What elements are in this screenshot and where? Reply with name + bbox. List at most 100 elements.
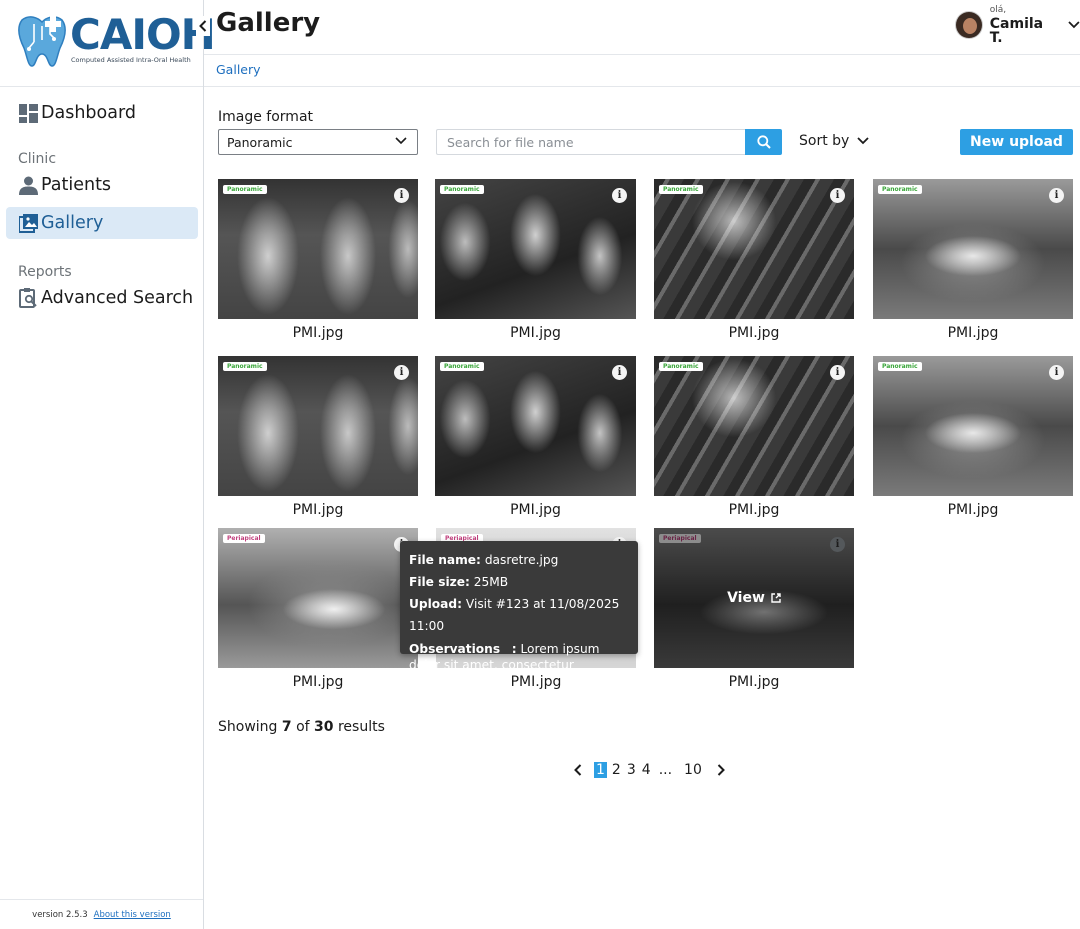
results-summary: Showing 7 of 30 results <box>218 719 385 735</box>
file-caption: PMI.jpg <box>728 502 780 518</box>
external-link-icon <box>771 593 781 603</box>
format-tag: Panoramic <box>878 185 922 194</box>
chevron-down-icon <box>1068 21 1080 29</box>
about-version-link[interactable]: About this version <box>94 910 171 920</box>
sidebar-item-dashboard[interactable]: Dashboard <box>6 97 198 129</box>
app-root: CAIOH Computed Assisted Intra-Oral Healt… <box>0 0 1080 929</box>
person-icon <box>18 175 38 195</box>
file-caption: PMI.jpg <box>947 325 999 341</box>
xray-thumbnail[interactable]: Panoramic i <box>218 356 418 496</box>
info-icon[interactable]: i <box>394 188 409 203</box>
user-name: Camila T. <box>989 15 1044 46</box>
chevron-down-icon <box>395 137 407 145</box>
breadcrumb[interactable]: Gallery <box>216 62 261 77</box>
sidebar: CAIOH Computed Assisted Intra-Oral Healt… <box>0 0 216 929</box>
brand-name: CAIOH <box>70 10 216 59</box>
file-caption: PMI.jpg <box>947 502 999 518</box>
xray-thumbnail[interactable]: Panoramic i <box>654 356 854 496</box>
brand-tagline: Computed Assisted Intra-Oral Health <box>71 56 191 64</box>
brand-logo[interactable]: CAIOH Computed Assisted Intra-Oral Healt… <box>16 10 216 72</box>
new-upload-button[interactable]: New upload <box>960 129 1073 155</box>
format-tag: Periapical <box>223 534 265 543</box>
gallery-item[interactable]: Panoramic i PMI.jpg <box>654 356 854 518</box>
header-divider <box>204 54 1080 55</box>
dashboard-icon <box>18 103 38 123</box>
page-3-button[interactable]: 3 <box>624 762 639 778</box>
info-icon[interactable]: i <box>1049 188 1064 203</box>
file-caption: PMI.jpg <box>728 674 780 690</box>
avatar <box>955 11 983 39</box>
results-total-count: 30 <box>314 719 334 735</box>
chevron-right-icon <box>717 764 725 776</box>
format-tag: Panoramic <box>223 362 267 371</box>
format-tag: Panoramic <box>878 362 922 371</box>
info-icon[interactable]: i <box>612 365 627 380</box>
info-icon[interactable]: i <box>830 365 845 380</box>
search-button[interactable] <box>745 129 782 155</box>
sidebar-item-gallery[interactable]: Gallery <box>6 207 198 239</box>
file-caption: PMI.jpg <box>292 674 344 690</box>
sidebar-item-label: Gallery <box>41 213 104 233</box>
xray-thumbnail[interactable]: Panoramic i <box>654 179 854 319</box>
gallery-item[interactable]: Periapical i PMI.jpg <box>218 528 418 690</box>
sidebar-footer: version 2.5.3 About this version <box>0 899 203 929</box>
image-gallery-icon <box>18 213 38 233</box>
page-4-button[interactable]: 4 <box>639 762 654 778</box>
gallery-item[interactable]: Panoramic i PMI.jpg <box>218 356 418 518</box>
gallery-item[interactable]: Periapical i View PMI.jpg <box>654 528 854 690</box>
tooltip-file-size: 25MB <box>473 575 509 589</box>
sidebar-divider <box>0 86 203 87</box>
chevron-left-icon <box>574 764 582 776</box>
user-menu[interactable]: olá, Camila T. <box>955 5 1080 45</box>
xray-thumbnail[interactable]: Panoramic i <box>435 356 636 496</box>
breadcrumb-divider <box>204 86 1080 87</box>
page-title: Gallery <box>216 8 321 38</box>
tooltip-observations-label: Observations <box>409 642 501 656</box>
chevron-down-icon <box>857 137 869 145</box>
xray-thumbnail[interactable]: Periapical i View <box>654 528 854 668</box>
search-input[interactable] <box>436 129 746 155</box>
pagination: 1 2 3 4 ... 10 <box>574 761 725 779</box>
sort-by-label: Sort by <box>799 133 850 149</box>
info-icon[interactable]: i <box>394 365 409 380</box>
page-2-button[interactable]: 2 <box>609 762 624 778</box>
xray-thumbnail[interactable]: Panoramic i <box>435 179 636 319</box>
gallery-item[interactable]: Panoramic i PMI.jpg <box>218 179 418 341</box>
prev-page-button[interactable] <box>574 764 582 776</box>
results-shown-count: 7 <box>281 719 292 735</box>
format-tag: Panoramic <box>440 185 484 194</box>
view-overlay[interactable]: View <box>654 528 854 668</box>
nav-section-reports: Reports <box>18 264 72 280</box>
sidebar-item-advanced-search[interactable]: Advanced Search <box>6 282 198 314</box>
tooltip-observations-separator: : <box>511 642 517 656</box>
gallery-item[interactable]: Panoramic i PMI.jpg <box>654 179 854 341</box>
sidebar-item-patients[interactable]: Patients <box>6 169 198 201</box>
gallery-item[interactable]: Panoramic i PMI.jpg <box>435 179 636 341</box>
gallery-item[interactable]: Panoramic i PMI.jpg <box>873 356 1073 518</box>
xray-thumbnail[interactable]: Panoramic i <box>873 356 1073 496</box>
gallery-item[interactable]: Panoramic i PMI.jpg <box>873 179 1073 341</box>
view-label: View <box>727 590 765 606</box>
file-caption: PMI.jpg <box>292 325 344 341</box>
format-tag: Panoramic <box>659 185 703 194</box>
gallery-item[interactable]: Panoramic i PMI.jpg <box>435 356 636 518</box>
file-caption: PMI.jpg <box>292 502 344 518</box>
sort-by-dropdown[interactable]: Sort by <box>799 133 869 149</box>
xray-thumbnail[interactable]: Panoramic i <box>218 179 418 319</box>
page-last-button[interactable]: 10 <box>681 762 705 778</box>
tooth-logo-icon <box>18 16 66 67</box>
image-format-select[interactable]: Panoramic <box>218 129 418 155</box>
xray-thumbnail[interactable]: Panoramic i <box>873 179 1073 319</box>
file-caption: PMI.jpg <box>510 325 561 341</box>
results-prefix: Showing <box>218 719 278 735</box>
results-suffix: results <box>337 719 385 735</box>
next-page-button[interactable] <box>717 764 725 776</box>
info-icon[interactable]: i <box>612 188 627 203</box>
info-icon[interactable]: i <box>1049 365 1064 380</box>
user-greeting: olá, <box>989 4 1007 15</box>
xray-thumbnail[interactable]: Periapical i <box>218 528 418 668</box>
info-icon[interactable]: i <box>830 188 845 203</box>
collapse-sidebar-button[interactable] <box>196 16 210 36</box>
nav-section-clinic: Clinic <box>18 151 57 167</box>
page-1-button[interactable]: 1 <box>594 762 607 778</box>
